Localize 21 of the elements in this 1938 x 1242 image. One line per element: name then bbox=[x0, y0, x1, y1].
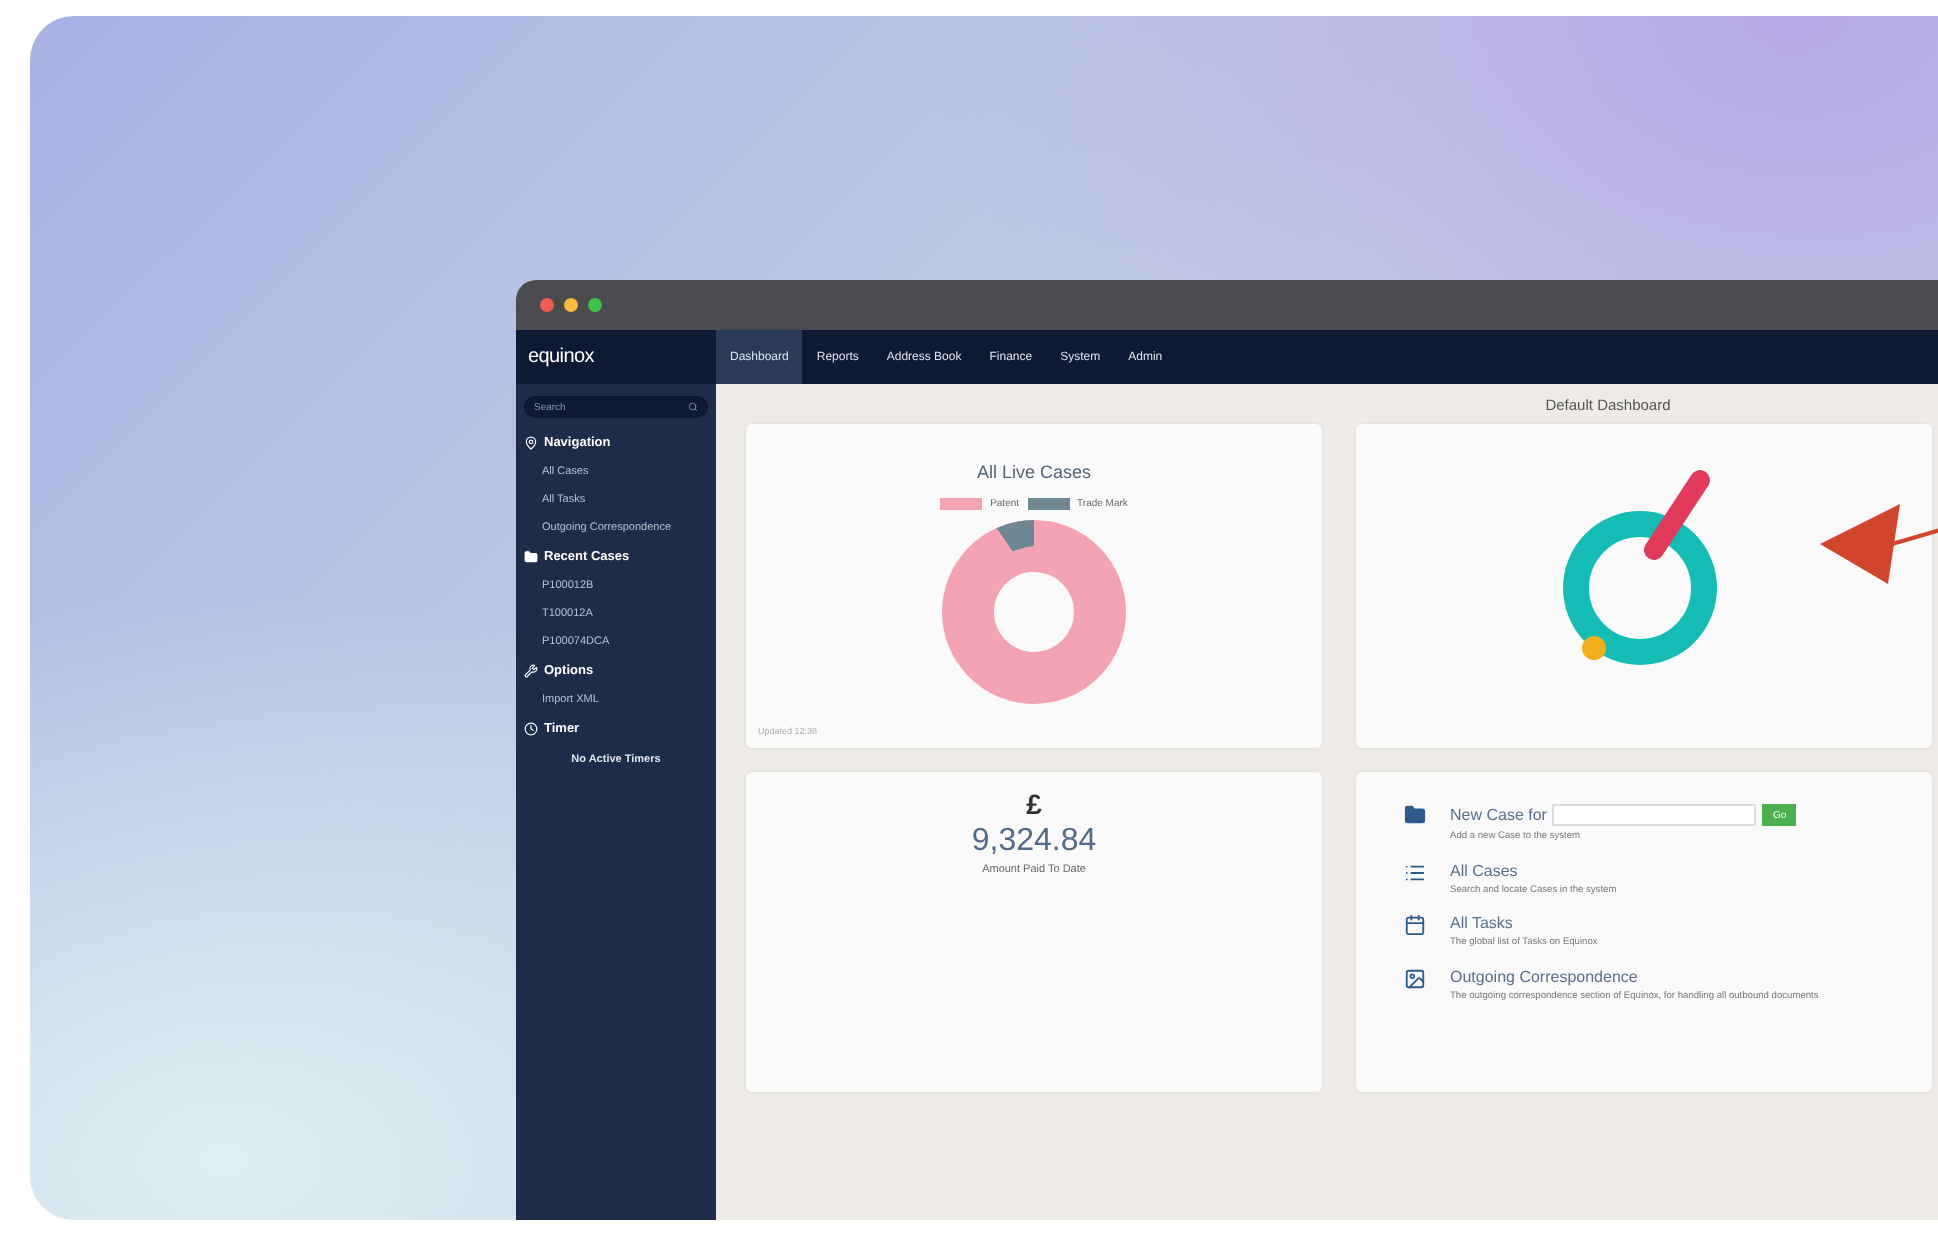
clock-icon bbox=[524, 722, 538, 736]
input-field[interactable] bbox=[1552, 804, 1757, 826]
link-title[interactable]: All Cases bbox=[1450, 861, 1617, 880]
folder-icon bbox=[1404, 804, 1426, 826]
card-title: All Live Cases bbox=[976, 462, 1092, 482]
list-icon bbox=[1404, 861, 1426, 884]
picture-icon bbox=[1404, 968, 1426, 991]
currency-symbol: £ bbox=[1026, 788, 1042, 820]
link-title[interactable]: Outgoing Correspondence bbox=[1450, 968, 1819, 987]
folder-icon bbox=[524, 550, 538, 564]
window-control-dot[interactable] bbox=[564, 298, 578, 312]
calendar-icon bbox=[1404, 914, 1426, 937]
wrench-icon bbox=[524, 664, 538, 678]
window-control-dot[interactable] bbox=[540, 298, 554, 312]
amount-value: 9,324.84 bbox=[971, 824, 1097, 860]
search-icon bbox=[688, 402, 698, 412]
link-title[interactable]: All Tasks bbox=[1450, 914, 1598, 933]
window-control-dot[interactable] bbox=[588, 298, 602, 312]
app-logo: equinox bbox=[526, 344, 596, 372]
link-title[interactable]: New Case for bbox=[1450, 806, 1547, 824]
pin-icon bbox=[524, 436, 538, 450]
